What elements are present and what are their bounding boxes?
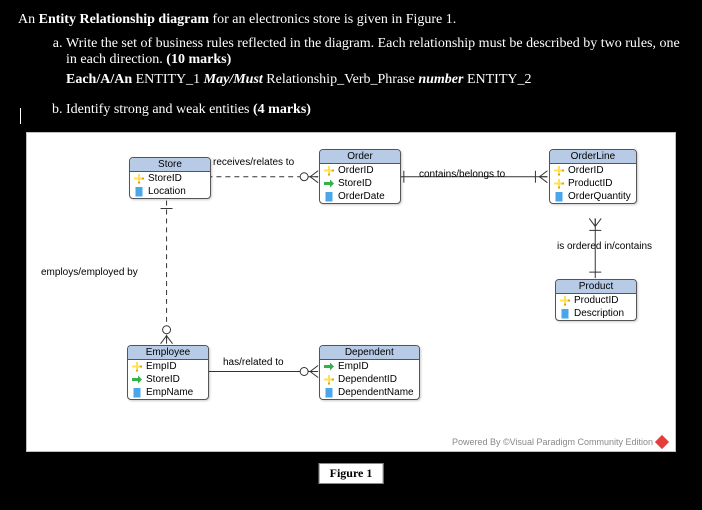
- entity-order: Order OrderID StoreID OrderDate: [319, 149, 401, 204]
- attr: StoreID: [146, 374, 180, 385]
- attr: EmpName: [146, 387, 193, 398]
- entity-product-title: Product: [556, 280, 636, 294]
- attr: EmpID: [338, 361, 369, 372]
- pk-icon: [324, 166, 334, 176]
- figure-caption-text: Figure 1: [319, 463, 384, 484]
- intro-prefix: An: [18, 12, 39, 27]
- pk-icon: [554, 166, 564, 176]
- attr: ProductID: [574, 295, 618, 306]
- question-list: Write the set of business rules reflecte…: [18, 36, 684, 118]
- rel-order-orderline: contains/belongs to: [419, 169, 505, 180]
- text-cursor: [20, 108, 21, 124]
- entity-store: Store StoreID Location: [129, 157, 211, 199]
- intro-suffix: for an electronics store is given in Fig…: [209, 12, 456, 27]
- brand-text: Powered By ©Visual Paradigm Community Ed…: [452, 437, 653, 447]
- tmpl-lead: Each/A/An: [66, 72, 132, 87]
- attr: OrderDate: [338, 191, 385, 202]
- question-b: Identify strong and weak entities (4 mar…: [66, 102, 684, 118]
- brand-footer: Powered By ©Visual Paradigm Community Ed…: [452, 437, 667, 447]
- tmpl-rest: Relationship_Verb_Phrase: [263, 72, 419, 87]
- tmpl-e1: ENTITY_1: [132, 72, 204, 87]
- pk-icon: [132, 362, 142, 372]
- intro-bold: Entity Relationship diagram: [39, 12, 209, 27]
- column-icon: [132, 388, 142, 398]
- entity-product: Product ProductID Description: [555, 279, 637, 321]
- attr: OrderID: [338, 165, 374, 176]
- fk-icon: [324, 179, 334, 189]
- attr: StoreID: [148, 173, 182, 184]
- er-diagram: Store StoreID Location Order OrderID Sto…: [26, 132, 676, 452]
- rel-store-employee: employs/employed by: [41, 267, 138, 278]
- qa-marks: (10 marks): [166, 52, 231, 67]
- attr: EmpID: [146, 361, 177, 372]
- fk-icon: [132, 375, 142, 385]
- column-icon: [134, 187, 144, 197]
- attr: DependentName: [338, 387, 414, 398]
- pk-icon: [560, 296, 570, 306]
- attr: Location: [148, 186, 186, 197]
- rel-store-order: receives/relates to: [213, 157, 294, 168]
- entity-orderline: OrderLine OrderID ProductID OrderQuantit…: [549, 149, 637, 204]
- entity-order-title: Order: [320, 150, 400, 164]
- rel-product-orderline: is ordered in/contains: [557, 241, 652, 252]
- entity-employee: Employee EmpID StoreID EmpName: [127, 345, 209, 400]
- brand-diamond-icon: [655, 435, 669, 449]
- qa-text: Write the set of business rules reflecte…: [66, 36, 680, 67]
- question-a: Write the set of business rules reflecte…: [66, 36, 684, 88]
- pk-icon: [134, 174, 144, 184]
- attr: ProductID: [568, 178, 612, 189]
- qb-text: Identify strong and weak entities: [66, 102, 253, 117]
- tmpl-num: number: [418, 72, 463, 87]
- column-icon: [554, 192, 564, 202]
- column-icon: [560, 309, 570, 319]
- pk-icon: [324, 375, 334, 385]
- tmpl-verb: May/Must: [204, 72, 263, 87]
- attr: OrderQuantity: [568, 191, 631, 202]
- entity-employee-title: Employee: [128, 346, 208, 360]
- qb-marks: (4 marks): [253, 102, 311, 117]
- page-root: An Entity Relationship diagram for an el…: [0, 0, 702, 510]
- attr: DependentID: [338, 374, 397, 385]
- attr: Description: [574, 308, 624, 319]
- entity-dependent-title: Dependent: [320, 346, 419, 360]
- figure-caption: Figure 1: [319, 463, 384, 484]
- fk-icon: [324, 362, 334, 372]
- column-icon: [324, 192, 334, 202]
- entity-orderline-title: OrderLine: [550, 150, 636, 164]
- intro-line: An Entity Relationship diagram for an el…: [18, 12, 684, 28]
- entity-dependent: Dependent EmpID DependentID DependentNam…: [319, 345, 420, 400]
- attr: OrderID: [568, 165, 604, 176]
- pk-icon: [554, 179, 564, 189]
- tmpl-e2: ENTITY_2: [463, 72, 531, 87]
- rel-employee-dependent: has/related to: [223, 357, 284, 368]
- entity-store-title: Store: [130, 158, 210, 172]
- attr: StoreID: [338, 178, 372, 189]
- column-icon: [324, 388, 334, 398]
